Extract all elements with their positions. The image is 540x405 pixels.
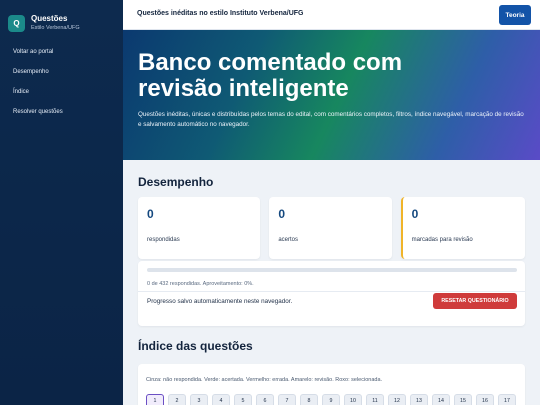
question-button[interactable]: 4 <box>212 394 230 405</box>
progress-bar <box>147 268 517 272</box>
hero-title: Banco comentado com revisão inteligente <box>138 49 403 102</box>
brand: Q Questões Estilo Verbena/UFG <box>0 0 123 36</box>
reset-quiz-button[interactable]: RESETAR QUESTIONÁRIO <box>433 293 517 309</box>
question-button[interactable]: 12 <box>388 394 406 405</box>
question-button[interactable]: 9 <box>322 394 340 405</box>
question-button[interactable]: 11 <box>366 394 384 405</box>
hero-banner: Banco comentado com revisão inteligente … <box>123 30 540 160</box>
app-logo-icon: Q <box>8 14 25 32</box>
question-button[interactable]: 17 <box>498 394 516 405</box>
brand-title: Questões <box>31 13 68 23</box>
theory-button[interactable]: Teoria <box>499 5 531 25</box>
stat-answered: 0 respondidas <box>138 197 261 259</box>
question-button[interactable]: 8 <box>300 394 318 405</box>
index-title: Índice das questões <box>138 339 253 353</box>
page-title: Questões inéditas no estilo Instituto Ve… <box>137 10 304 17</box>
sidebar-item-performance[interactable]: Desempenho <box>0 62 123 82</box>
question-button[interactable]: 10 <box>344 394 362 405</box>
progress-text: 0 de 432 respondidas. Aproveitamento: 0%… <box>147 281 254 287</box>
stat-correct-value: 0 <box>278 207 286 221</box>
question-button[interactable]: 3 <box>190 394 208 405</box>
brand-text: Questões Estilo Verbena/UFG <box>31 13 80 32</box>
stat-correct-label: acertos <box>278 237 299 243</box>
stat-review-value: 0 <box>411 207 419 221</box>
divider <box>138 291 525 292</box>
question-button[interactable]: 5 <box>234 394 252 405</box>
question-button[interactable]: 13 <box>410 394 428 405</box>
question-grid: 1 2 3 4 5 6 7 8 9 10 11 12 13 14 15 16 17 <box>146 394 516 405</box>
question-button[interactable]: 14 <box>432 394 450 405</box>
stat-answered-label: respondidas <box>147 237 180 243</box>
stat-correct: 0 acertos <box>269 197 392 259</box>
topbar: Questões inéditas no estilo Instituto Ve… <box>123 0 540 30</box>
brand-subtitle: Estilo Verbena/UFG <box>31 25 80 32</box>
stat-review: 0 marcadas para revisão <box>400 197 525 259</box>
performance-title: Desempenho <box>138 175 214 189</box>
question-button[interactable]: 1 <box>146 394 164 405</box>
autosave-text: Progresso salvo automaticamente neste na… <box>147 298 293 305</box>
progress-card: 0 de 432 respondidas. Aproveitamento: 0%… <box>138 261 525 326</box>
question-index-card: Cinza: não respondida. Verde: acertada. … <box>138 364 525 405</box>
question-button[interactable]: 15 <box>454 394 472 405</box>
question-button[interactable]: 6 <box>256 394 274 405</box>
sidebar-item-index[interactable]: Índice <box>0 82 123 102</box>
sidebar-nav: Voltar ao portal Desempenho Índice Resol… <box>0 42 123 122</box>
sidebar: Q Questões Estilo Verbena/UFG Voltar ao … <box>0 0 123 405</box>
stats-row: 0 respondidas 0 acertos 0 marcadas para … <box>138 197 525 259</box>
question-button[interactable]: 2 <box>168 394 186 405</box>
question-button[interactable]: 7 <box>278 394 296 405</box>
sidebar-item-back-to-portal[interactable]: Voltar ao portal <box>0 42 123 62</box>
sidebar-item-solve-questions[interactable]: Resolver questões <box>0 102 123 122</box>
question-button[interactable]: 16 <box>476 394 494 405</box>
stat-answered-value: 0 <box>147 207 154 221</box>
stat-review-label: marcadas para revisão <box>411 237 473 243</box>
index-legend: Cinza: não respondida. Verde: acertada. … <box>146 377 383 383</box>
hero-description: Questões inéditas, únicas e distribuídas… <box>138 110 524 128</box>
